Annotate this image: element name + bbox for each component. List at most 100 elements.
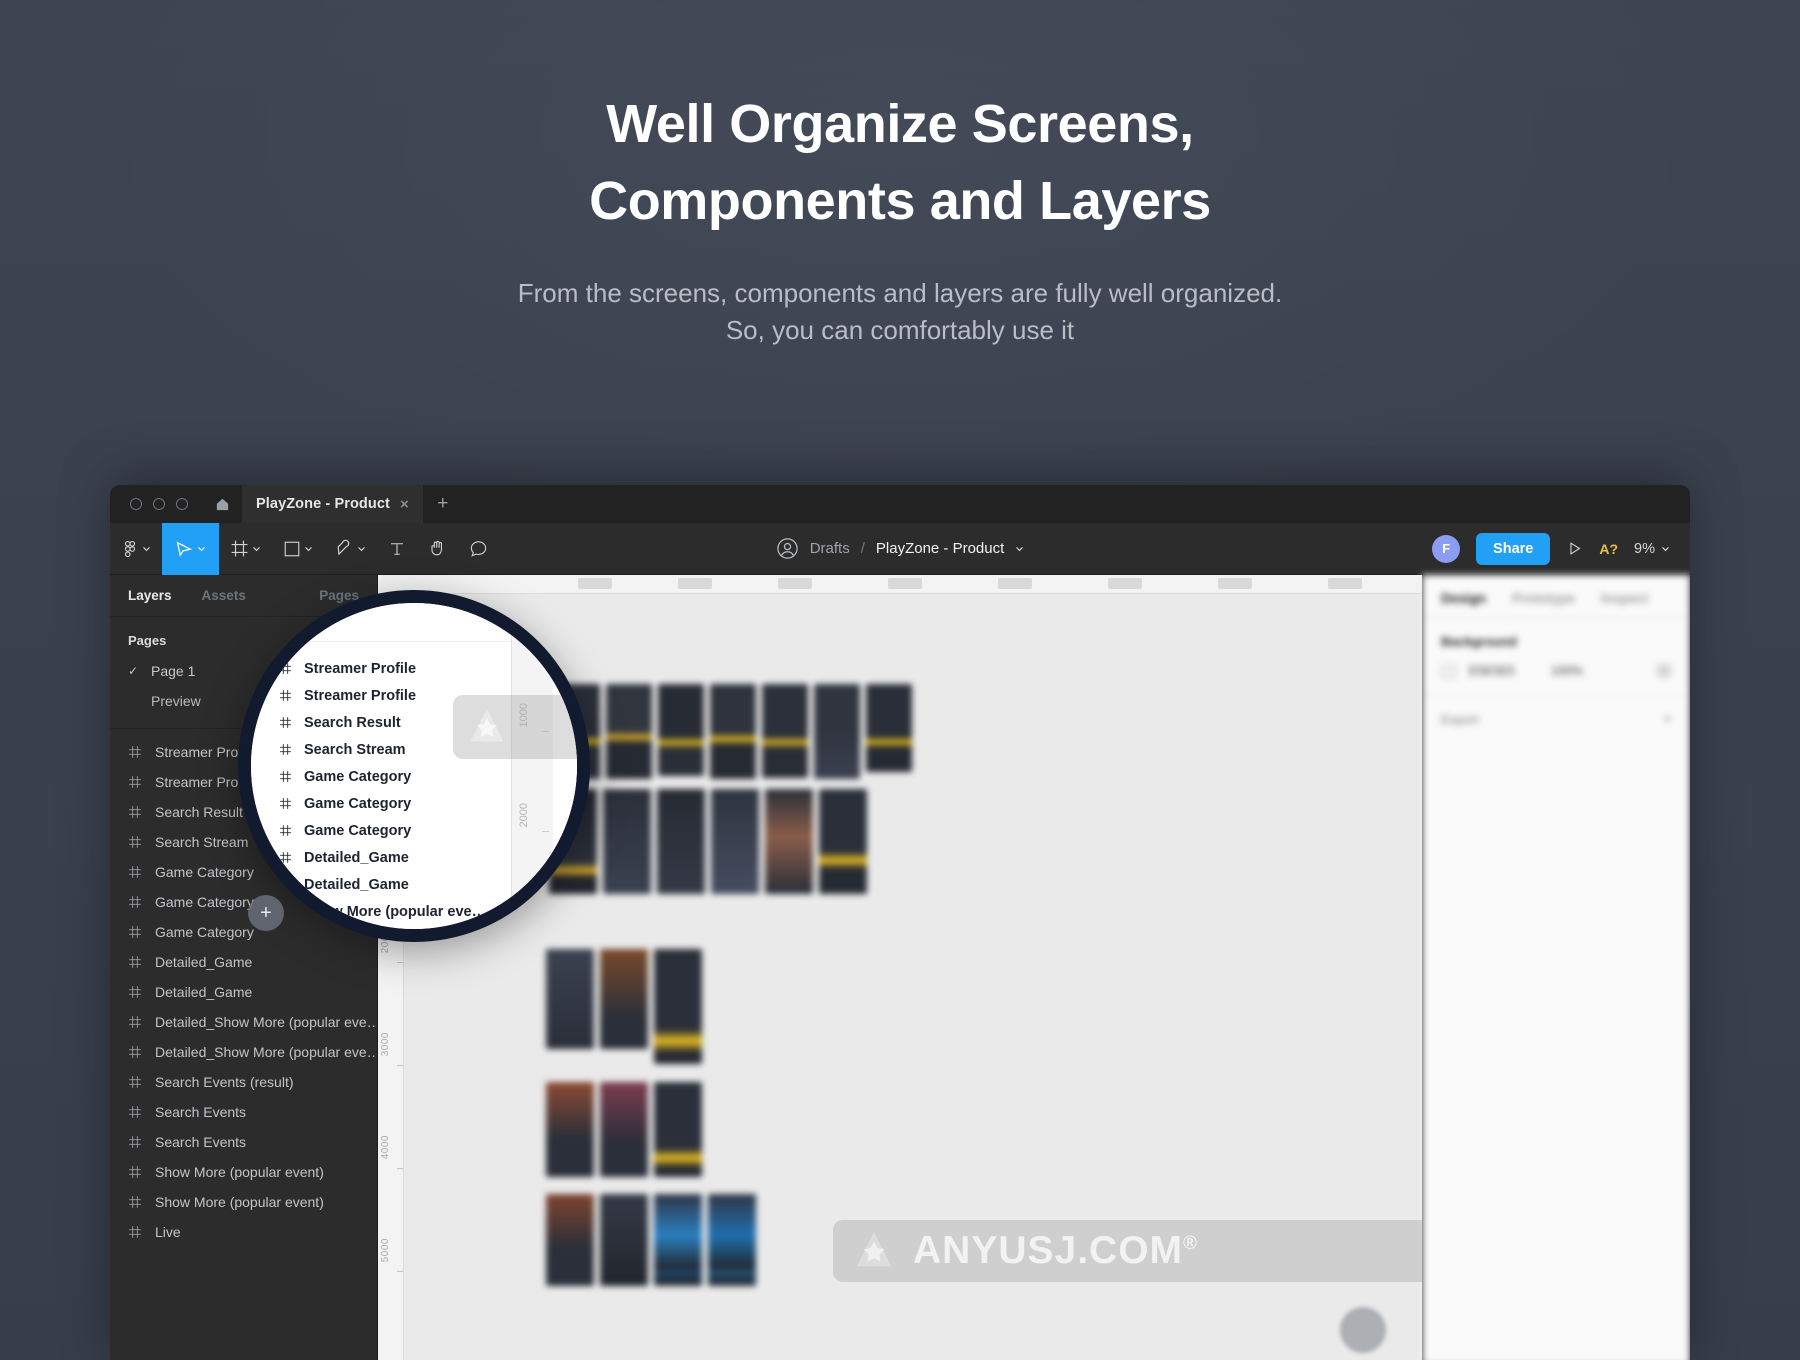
background-color-row[interactable]: E5E5E5 100%	[1441, 663, 1672, 679]
page-subtitle-line-2: So, you can comfortably use it	[0, 312, 1800, 349]
share-button[interactable]: Share	[1476, 533, 1550, 565]
page-item-label: Page 1	[151, 663, 195, 679]
shape-tool-button[interactable]	[272, 523, 324, 575]
frame-icon	[128, 865, 142, 879]
ruler-tick	[1108, 578, 1142, 589]
ruler-label: 3000	[380, 1032, 391, 1056]
figma-menu-button[interactable]	[110, 523, 162, 575]
frame-icon	[128, 1105, 142, 1119]
layer-row[interactable]: Detailed_Show More (popular eve…	[110, 1007, 377, 1037]
frame-icon	[128, 955, 142, 969]
frame-cluster-row-1[interactable]	[554, 684, 954, 784]
magnified-layers-list[interactable]: Streamer Profile Streamer Profile Search…	[279, 655, 577, 925]
tab-inspect[interactable]: Inspect	[1601, 591, 1648, 606]
main-toolbar: Drafts / PlayZone - Product F Share A? 9…	[110, 523, 1690, 575]
avatar[interactable]: F	[1432, 535, 1460, 563]
layer-row[interactable]: Detailed_Game	[279, 871, 577, 898]
toolbar-actions: F Share A? 9%	[1432, 533, 1690, 565]
layer-row[interactable]: Show More (popular event)	[110, 1157, 377, 1187]
layer-row[interactable]: Streamer Profile	[279, 655, 577, 682]
background-hex-value[interactable]: E5E5E5	[1469, 664, 1515, 678]
add-export-button[interactable]: +	[1663, 711, 1672, 728]
frame-icon	[128, 895, 142, 909]
help-fab-button[interactable]	[1340, 1307, 1386, 1353]
layer-row[interactable]: Detailed_Game	[110, 947, 377, 977]
home-button[interactable]	[202, 485, 242, 523]
window-controls[interactable]	[124, 485, 202, 523]
visibility-eye-icon[interactable]	[1656, 663, 1672, 679]
file-tab[interactable]: PlayZone - Product ×	[242, 485, 423, 523]
zoom-control[interactable]: 9%	[1634, 541, 1670, 557]
ruler-tick	[678, 578, 712, 589]
layer-row[interactable]: Streamer Profile	[279, 682, 577, 709]
ruler-tick	[1218, 578, 1252, 589]
minimize-window-dot[interactable]	[153, 498, 165, 510]
layer-row[interactable]: Game Category	[279, 763, 577, 790]
frame-icon	[128, 805, 142, 819]
ruler-tick	[778, 578, 812, 589]
frame-cluster-row-3[interactable]	[546, 949, 726, 1064]
breadcrumb-file[interactable]: PlayZone - Product	[876, 540, 1004, 557]
ruler-tick	[998, 578, 1032, 589]
pen-tool-button[interactable]	[324, 523, 377, 575]
breadcrumb-project[interactable]: Drafts	[810, 540, 850, 557]
frame-tool-button[interactable]	[219, 523, 272, 575]
layer-row[interactable]: Detailed_Game	[279, 844, 577, 871]
frame-cluster-row-5[interactable]	[546, 1194, 776, 1329]
account-avatar-icon[interactable]	[776, 537, 799, 560]
layer-row[interactable]: Detailed_Show More (popular eve…	[110, 1037, 377, 1067]
text-tool-button[interactable]	[377, 523, 417, 575]
move-tool-button[interactable]	[162, 523, 219, 575]
ruler-tick	[397, 1168, 403, 1169]
color-swatch[interactable]	[1441, 663, 1457, 679]
layer-row[interactable]: Show More (popular eve…	[279, 898, 577, 925]
ruler-tick	[1328, 578, 1362, 589]
layer-row[interactable]: Search Events	[110, 1127, 377, 1157]
add-page-button[interactable]: +	[248, 895, 284, 931]
watermark: ANYUSJ.COM®	[833, 1220, 1422, 1282]
layer-row[interactable]: Search Result	[279, 709, 577, 736]
layer-label: Search Result	[304, 715, 401, 731]
layer-row[interactable]: Search Events (result)	[110, 1067, 377, 1097]
layer-row[interactable]: Search Stream	[279, 736, 577, 763]
layer-row[interactable]: Game Category	[279, 790, 577, 817]
tab-prototype[interactable]: Prototype	[1512, 591, 1575, 606]
frame-icon	[279, 689, 292, 702]
comment-tool-button[interactable]	[458, 523, 499, 575]
page-subtitle: From the screens, components and layers …	[0, 275, 1800, 349]
ruler-tick	[542, 627, 549, 628]
page-title-line-2: Components and Layers	[0, 163, 1800, 240]
hand-tool-button[interactable]	[417, 523, 458, 575]
layer-label: Game Category	[304, 823, 411, 839]
tab-layers[interactable]: Layers	[128, 588, 172, 603]
hero-section: Well Organize Screens, Components and La…	[0, 86, 1800, 349]
chevron-down-icon[interactable]	[1015, 544, 1024, 553]
layer-row[interactable]: Live	[110, 1217, 377, 1247]
layer-row[interactable]: Search Events	[110, 1097, 377, 1127]
frame-icon	[128, 925, 142, 939]
frame-cluster-row-2[interactable]	[549, 789, 919, 899]
tab-assets[interactable]: Assets	[202, 588, 246, 603]
layer-row[interactable]: Show More (popular event)	[110, 1187, 377, 1217]
layer-label: Show More (popular event)	[155, 1194, 324, 1210]
frame-icon	[279, 797, 292, 810]
comment-icon	[469, 539, 488, 558]
export-section-title: Export	[1441, 712, 1479, 727]
background-opacity-value[interactable]: 100%	[1551, 664, 1583, 678]
close-icon[interactable]: ×	[400, 497, 409, 512]
chevron-down-icon	[304, 544, 313, 553]
layer-row[interactable]: Detailed_Game	[110, 977, 377, 1007]
layer-label: Streamer Profile	[304, 688, 416, 704]
ruler-tick	[888, 578, 922, 589]
close-window-dot[interactable]	[130, 498, 142, 510]
status-badge[interactable]: A?	[1599, 541, 1618, 557]
present-button[interactable]	[1566, 540, 1583, 557]
toolbar-tools	[110, 523, 499, 575]
layer-label: Detailed_Show More (popular eve…	[155, 1014, 377, 1030]
layer-row[interactable]: Game Category	[279, 817, 577, 844]
layer-label: Detailed_Game	[155, 954, 252, 970]
frame-cluster-row-4[interactable]	[546, 1082, 726, 1182]
new-tab-button[interactable]: +	[423, 485, 463, 523]
tab-design[interactable]: Design	[1441, 591, 1486, 606]
maximize-window-dot[interactable]	[176, 498, 188, 510]
